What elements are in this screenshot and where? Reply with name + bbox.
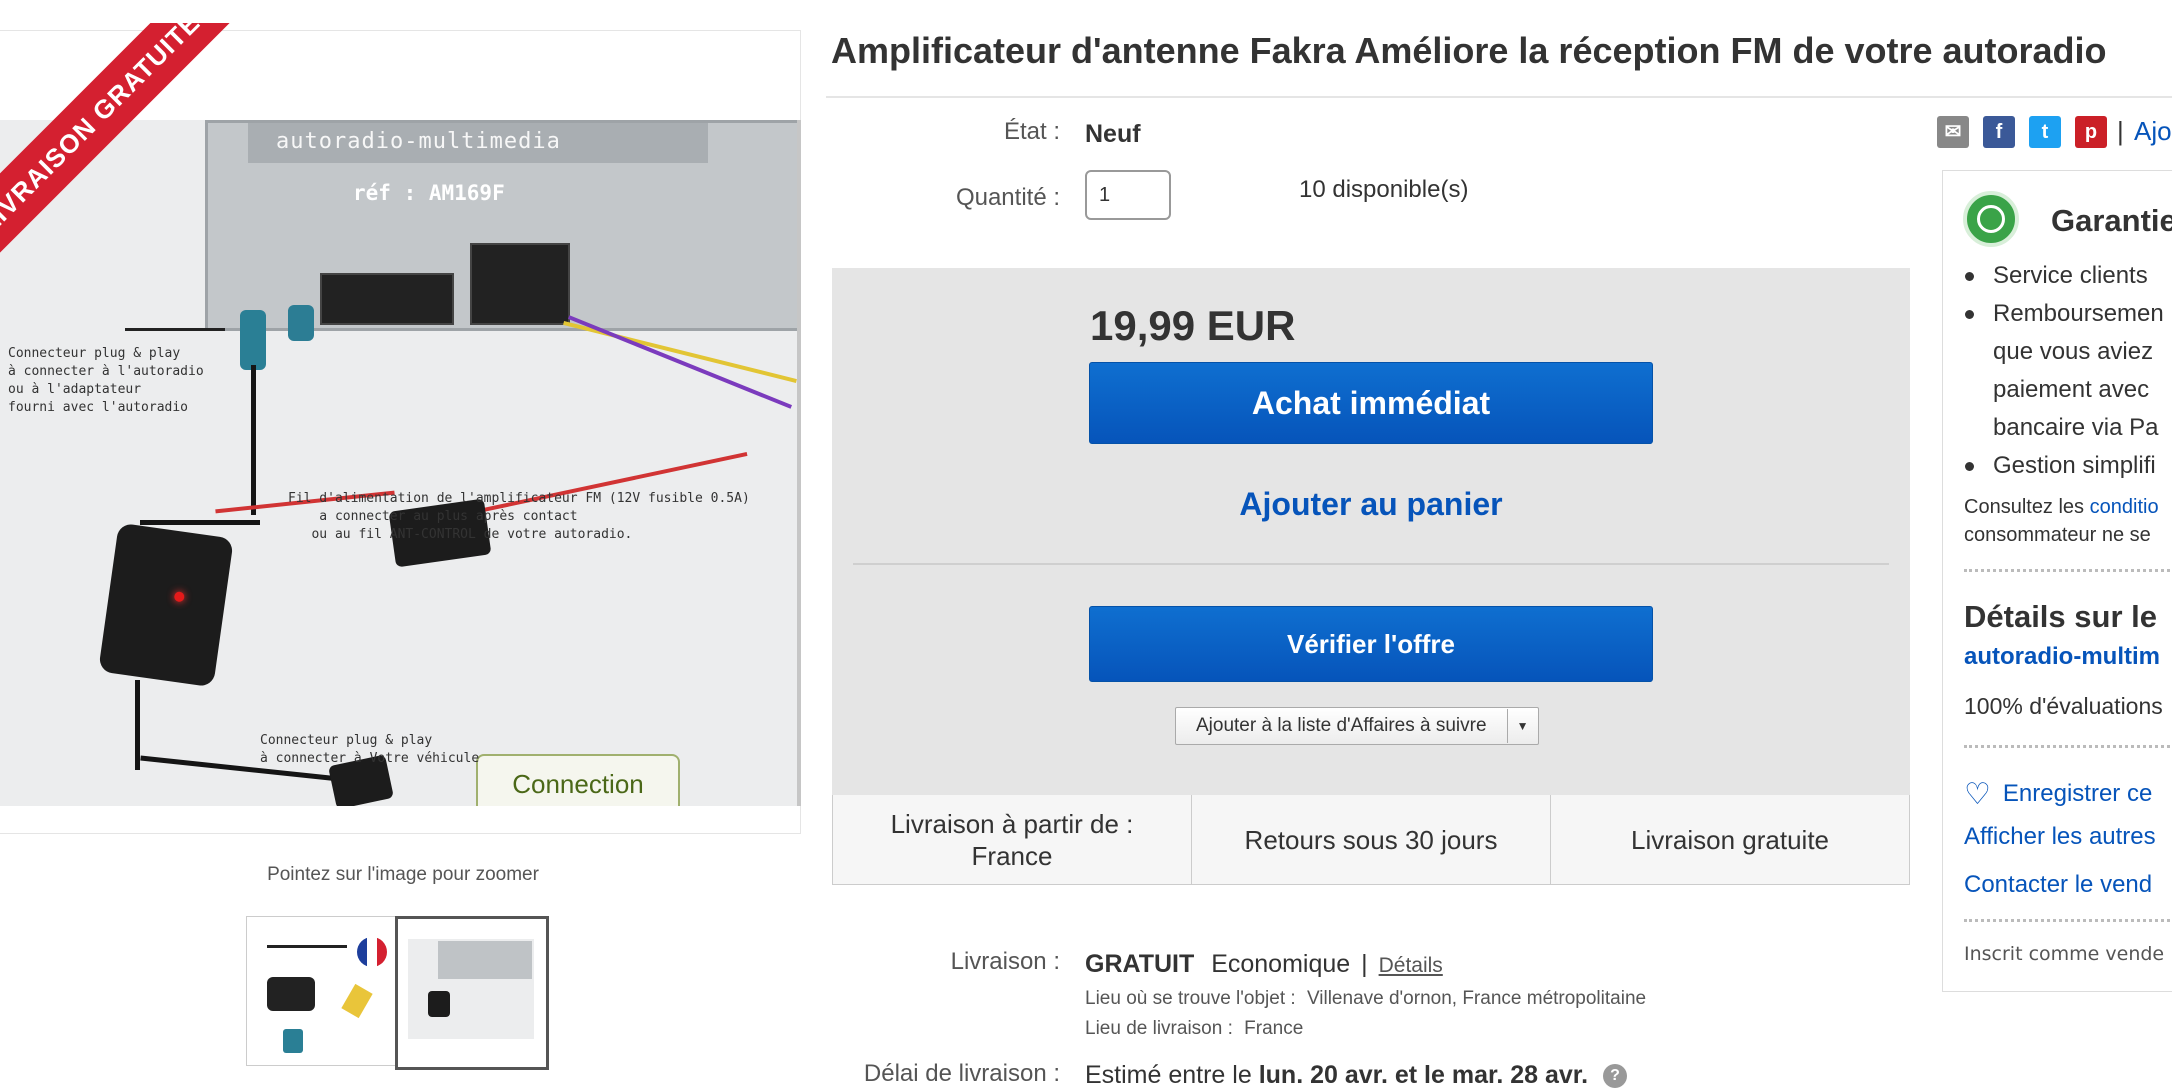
fakra-connector-image <box>240 310 266 370</box>
save-seller-link[interactable]: ♡ Enregistrer ce <box>1964 777 2152 812</box>
guarantee-item: Remboursemen <box>1963 295 2164 333</box>
pinterest-share-icon[interactable]: p <box>2075 116 2107 148</box>
info-strip: Livraison à partir de : France Retours s… <box>832 795 1910 885</box>
seller-heading: Détails sur le <box>1964 599 2157 634</box>
title-divider <box>826 96 2172 98</box>
shipping-line: GRATUIT Economique | Détails <box>1085 950 1443 978</box>
main-image-frame[interactable]: autoradio-multimedia réf : AM169F Connec… <box>0 23 801 834</box>
dotted-divider <box>1964 569 2172 572</box>
returns-cell: Retours sous 30 jours <box>1192 795 1551 884</box>
france-flag-icon <box>357 937 387 967</box>
amplifier-box-image <box>98 522 234 688</box>
guarantee-item-continued: que vous aviez <box>1993 338 2154 365</box>
registered-as: Inscrit comme vende <box>1964 943 2165 965</box>
autoradio-device-image: autoradio-multimedia réf : AM169F <box>205 120 797 331</box>
buy-box: 19,99 EUR Achat immédiat Ajouter au pani… <box>832 268 1910 795</box>
facebook-share-icon[interactable]: f <box>1983 116 2015 148</box>
device-brand-text: autoradio-multimedia <box>276 129 561 154</box>
guarantee-list: Service clients Remboursemen que vous av… <box>1963 257 2164 485</box>
ship-from-country: France <box>971 840 1053 871</box>
share-separator: | <box>2117 116 2124 146</box>
other-items-link[interactable]: Afficher les autres <box>1964 823 2156 851</box>
delay-prefix: Estimé entre le <box>1085 1061 1252 1089</box>
device-ref-text: réf : AM169F <box>353 181 505 205</box>
annotation-plug-vehicle: Connecteur plug & play à connecter à Vot… <box>260 733 480 766</box>
help-icon[interactable]: ? <box>1603 1064 1628 1089</box>
delay-line: Estimé entre le lun. 20 avr. et le mar. … <box>1085 1061 1628 1090</box>
heart-icon[interactable]: ♡ <box>1964 777 1991 812</box>
available-count: 10 disponible(s) <box>1299 176 1469 203</box>
state-label: État : <box>1003 118 1060 145</box>
thumbnail-1[interactable] <box>246 916 396 1066</box>
seller-evaluations: 100% d'évaluations <box>1964 693 2163 719</box>
watch-list-label[interactable]: Ajouter à la liste d'Affaires à suivre <box>1176 709 1508 743</box>
dotted-divider <box>1964 745 2172 748</box>
guarantee-panel: Garantie Service clients Remboursemen qu… <box>1942 170 2172 992</box>
dotted-divider <box>1964 919 2172 922</box>
delay-label: Délai de livraison : <box>863 1060 1060 1087</box>
save-seller-label[interactable]: Enregistrer ce <box>2003 780 2152 807</box>
zoom-hint: Pointez sur l'image pour zoomer <box>267 864 539 885</box>
buybox-divider <box>853 563 1889 565</box>
shipping-label: Livraison : <box>950 948 1060 975</box>
item-location-label: Lieu où se trouve l'objet : <box>1085 988 1296 1009</box>
check-offer-button[interactable]: Vérifier l'offre <box>1089 606 1653 682</box>
note-line-2: consommateur ne se <box>1964 524 2151 546</box>
free-shipping-cell: Livraison gratuite <box>1631 824 1829 855</box>
guarantee-heading: Garantie <box>2051 203 2172 238</box>
add-to-cart-link[interactable]: Ajouter au panier <box>1089 464 1653 544</box>
free-shipping-ribbon: LIVRAISON GRATUITE <box>0 23 259 292</box>
add-to-collection-link[interactable]: Ajo <box>2134 116 2172 147</box>
twitter-share-icon[interactable]: t <box>2029 116 2061 148</box>
chevron-down-icon[interactable]: ▼ <box>1508 719 1538 733</box>
contact-seller-link[interactable]: Contacter le vend <box>1964 871 2152 899</box>
seller-name-link[interactable]: autoradio-multim <box>1964 643 2160 671</box>
guarantee-item: Gestion simplifi <box>1963 447 2164 485</box>
ship-from-cell: Livraison à partir de : France <box>833 795 1192 884</box>
state-value: Neuf <box>1085 120 1141 148</box>
guarantee-item-continued: paiement avec <box>1993 376 2150 403</box>
guarantee-shield-icon <box>1963 191 2019 247</box>
price: 19,99 EUR <box>1090 302 1296 349</box>
conditions-link[interactable]: conditio <box>2090 496 2159 518</box>
delivery-to-line: Lieu de livraison : France <box>1085 1018 1303 1040</box>
note-prefix: Consultez les <box>1964 496 2085 518</box>
guarantee-item-continued: bancaire via Pa <box>1993 414 2159 441</box>
shipping-free: GRATUIT <box>1085 950 1195 978</box>
thumbnail-2[interactable] <box>395 916 549 1070</box>
shipping-method: Economique <box>1211 950 1351 978</box>
connection-label: Connection <box>476 754 680 806</box>
item-location-value: Villenave d'ornon, France métropolitaine <box>1306 988 1647 1009</box>
guarantee-item: Service clients <box>1963 257 2164 295</box>
annotation-plug-autoradio: Connecteur plug & play à connecter à l'a… <box>8 346 204 415</box>
delivery-to-value: France <box>1244 1018 1304 1039</box>
delay-dates: lun. 20 avr. et le mar. 28 avr. <box>1258 1061 1589 1089</box>
delivery-to-label: Lieu de livraison : <box>1085 1018 1233 1039</box>
listing-title: Amplificateur d'antenne Fakra Améliore l… <box>831 30 2107 71</box>
buy-now-button[interactable]: Achat immédiat <box>1089 362 1653 444</box>
quantity-input[interactable]: 1 <box>1085 170 1171 220</box>
annotation-power-wire: Fil d'alimentation de l'amplificateur FM… <box>288 491 750 542</box>
guarantee-note: Consultez les conditio consommateur ne s… <box>1964 493 2159 549</box>
email-share-icon[interactable]: ✉ <box>1937 116 1969 148</box>
shipping-details-link[interactable]: Détails <box>1379 954 1443 977</box>
item-location-line: Lieu où se trouve l'objet : Villenave d'… <box>1085 988 1646 1010</box>
quantity-label: Quantité : <box>955 184 1060 211</box>
watch-list-button[interactable]: Ajouter à la liste d'Affaires à suivre ▼ <box>1175 707 1539 745</box>
ship-from-label: Livraison à partir de : <box>890 808 1134 839</box>
